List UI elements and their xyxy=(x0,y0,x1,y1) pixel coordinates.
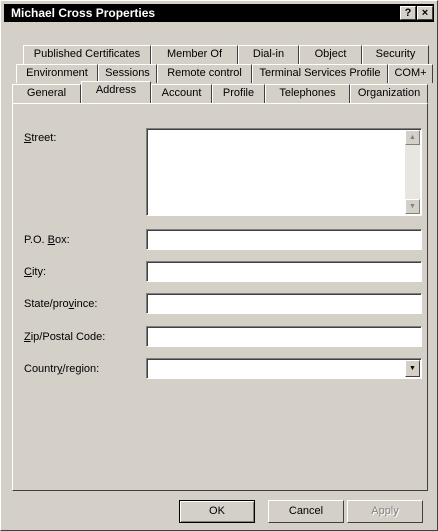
tab-member-of[interactable]: Member Of xyxy=(151,45,238,64)
po-box-label: P.O. Box: xyxy=(24,234,70,246)
window-title: Michael Cross Properties xyxy=(11,6,156,20)
city-input[interactable] xyxy=(146,261,422,282)
state-label: State/province: xyxy=(24,298,98,310)
tab-terminal-services-profile[interactable]: Terminal Services Profile xyxy=(252,64,388,83)
ok-button[interactable]: OK xyxy=(179,500,255,523)
tab-com-plus[interactable]: COM+ xyxy=(388,64,433,83)
tab-object[interactable]: Object xyxy=(299,45,362,64)
tab-published-certificates[interactable]: Published Certificates xyxy=(23,45,151,64)
properties-dialog: Michael Cross Properties ? × Published C… xyxy=(0,0,438,531)
tab-profile[interactable]: Profile xyxy=(212,84,265,103)
state-input[interactable] xyxy=(146,293,422,314)
close-button[interactable]: × xyxy=(417,6,433,20)
street-textarea[interactable]: ▲ ▼ xyxy=(146,128,422,216)
tab-general[interactable]: General xyxy=(12,84,81,103)
country-select[interactable]: ▼ xyxy=(146,358,422,379)
tab-organization[interactable]: Organization xyxy=(350,84,428,103)
zip-label: Zip/Postal Code: xyxy=(24,331,106,343)
chevron-down-icon[interactable]: ▼ xyxy=(405,360,420,377)
street-scrollbar[interactable]: ▲ ▼ xyxy=(405,130,420,214)
tab-security[interactable]: Security xyxy=(362,45,429,64)
po-box-input[interactable] xyxy=(146,229,422,250)
tab-address[interactable]: Address xyxy=(81,81,151,103)
scroll-up-arrow-icon[interactable]: ▲ xyxy=(405,130,420,145)
scroll-down-arrow-icon[interactable]: ▼ xyxy=(405,199,420,214)
country-label: Country/region: xyxy=(24,363,100,375)
zip-input[interactable] xyxy=(146,326,422,347)
tab-dial-in[interactable]: Dial-in xyxy=(238,45,299,64)
tab-remote-control[interactable]: Remote control xyxy=(157,64,252,83)
help-button[interactable]: ? xyxy=(400,6,416,20)
cancel-button[interactable]: Cancel xyxy=(268,500,344,523)
tab-account[interactable]: Account xyxy=(151,84,212,103)
street-label: Street: xyxy=(24,132,57,144)
tab-telephones[interactable]: Telephones xyxy=(265,84,350,103)
city-label: City: xyxy=(24,266,47,278)
apply-button[interactable]: Apply xyxy=(347,500,423,523)
title-bar[interactable]: Michael Cross Properties ? × xyxy=(4,4,434,22)
